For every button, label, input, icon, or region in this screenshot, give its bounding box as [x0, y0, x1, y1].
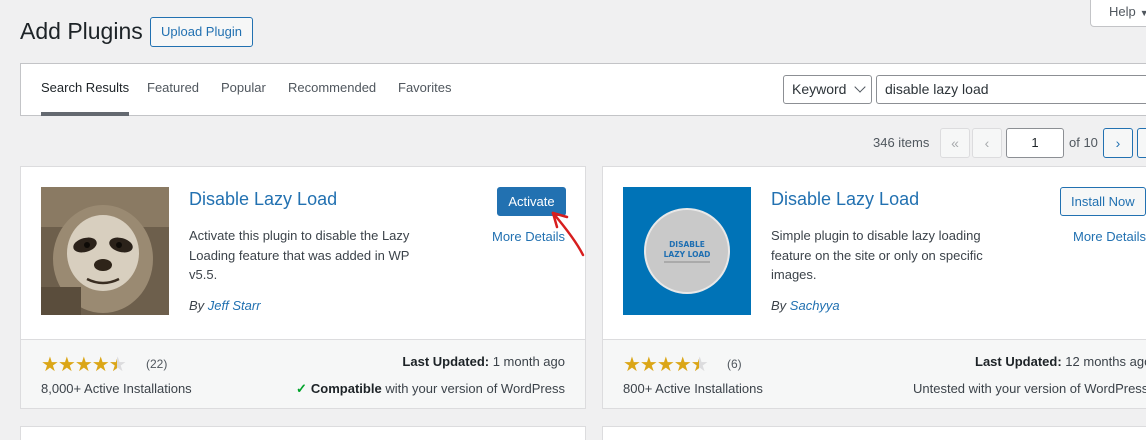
search-input[interactable]: disable lazy load: [876, 75, 1146, 104]
last-updated-label: Last Updated:: [975, 354, 1062, 369]
help-tab[interactable]: Help ▼: [1090, 0, 1146, 27]
last-updated: Last Updated: 12 months ago: [975, 354, 1146, 369]
items-count: 346 items: [873, 135, 930, 150]
caret-down-icon: ▼: [1139, 8, 1146, 18]
plugin-author: By Sachyya: [771, 298, 840, 313]
plugin-card: Disable Lazy Load Activate this plugin t…: [20, 166, 586, 409]
tab-featured[interactable]: Featured: [147, 64, 199, 116]
tab-popular[interactable]: Popular: [221, 64, 266, 116]
annotation-arrow-icon: [551, 211, 585, 257]
tab-search-results[interactable]: Search Results: [41, 64, 130, 116]
last-updated-value: 12 months ago: [1065, 354, 1146, 369]
prev-page-button[interactable]: ‹: [972, 128, 1002, 158]
logo-text-2: LAZY LOAD: [664, 250, 711, 259]
last-updated-value: 1 month ago: [492, 354, 565, 369]
last-page-button[interactable]: [1137, 128, 1146, 158]
author-prefix: By: [771, 298, 787, 313]
compat-status: Compatible: [310, 381, 382, 396]
star-rating: ★★★★★★: [623, 354, 709, 376]
tab-favorites[interactable]: Favorites: [398, 64, 451, 116]
filter-bar: Search Results Featured Popular Recommen…: [20, 63, 1146, 116]
star-rating: ★★★★★★: [41, 354, 127, 376]
logo-text-1: DISABLE: [669, 240, 705, 249]
plugin-card: DISABLE LAZY LOAD Disable Lazy Load Simp…: [602, 166, 1146, 409]
checkmark-icon: ✓: [296, 381, 307, 396]
plugin-name[interactable]: Disable Lazy Load: [189, 189, 337, 210]
last-updated-label: Last Updated:: [402, 354, 490, 369]
total-pages: of 10: [1069, 135, 1098, 150]
rating-count[interactable]: (22): [146, 357, 167, 371]
rating-count[interactable]: (6): [727, 357, 742, 371]
last-updated: Last Updated: 1 month ago: [402, 354, 565, 369]
next-page-button[interactable]: ›: [1103, 128, 1133, 158]
more-details-link[interactable]: More Details: [1073, 229, 1146, 244]
active-installs: 800+ Active Installations: [623, 381, 763, 396]
help-label: Help: [1109, 4, 1136, 19]
compat-text: with your version of WordPress: [385, 381, 565, 396]
chevron-down-icon: [854, 81, 866, 93]
search-type-value: Keyword: [792, 81, 847, 97]
page-title: Add Plugins: [20, 18, 143, 44]
plugin-description: Activate this plugin to disable the Lazy…: [189, 228, 410, 282]
first-page-button[interactable]: «: [940, 128, 970, 158]
install-now-button[interactable]: Install Now: [1060, 187, 1146, 216]
plugin-icon-logo[interactable]: DISABLE LAZY LOAD: [623, 187, 751, 315]
plugin-icon-sloth[interactable]: [41, 187, 169, 315]
plugin-card: [602, 426, 1146, 440]
upload-plugin-button[interactable]: Upload Plugin: [150, 17, 253, 47]
plugin-author: By Jeff Starr: [189, 298, 261, 313]
author-link[interactable]: Sachyya: [790, 298, 840, 313]
author-prefix: By: [189, 298, 205, 313]
compatibility: ✓ Compatible with your version of WordPre…: [296, 381, 565, 397]
current-page-input[interactable]: 1: [1006, 128, 1064, 158]
active-installs: 8,000+ Active Installations: [41, 381, 192, 396]
tab-recommended[interactable]: Recommended: [288, 64, 376, 116]
plugin-description: Simple plugin to disable lazy loading fe…: [771, 228, 983, 282]
search-type-select[interactable]: Keyword: [783, 75, 872, 104]
plugin-name[interactable]: Disable Lazy Load: [771, 189, 919, 210]
author-link[interactable]: Jeff Starr: [208, 298, 261, 313]
compatibility: Untested with your version of WordPress: [913, 381, 1146, 396]
plugin-card: [20, 426, 586, 440]
